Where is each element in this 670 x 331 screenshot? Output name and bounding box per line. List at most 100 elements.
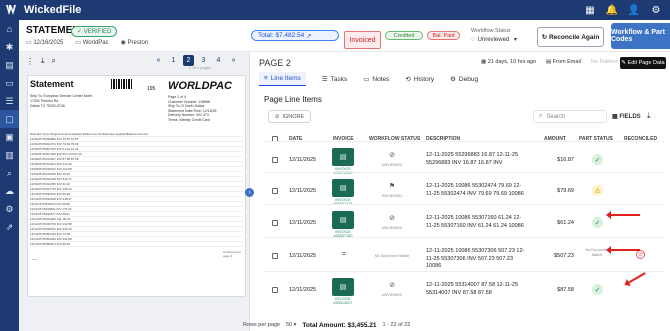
row-date: 12/11/2025 [289,220,317,226]
flag-icon[interactable]: ⚑ [386,182,398,190]
row-date: 12/11/2025 [289,157,317,163]
left-nav: ⌂ ✱ ▤ ▭ ☰ ▢ ▣ ▥ ⌕ ☁ ⚙ ⇗ [0,20,19,331]
not-reconciled-icon[interactable]: ⊘ [636,250,645,259]
row-description: 12-11-2025 10086 55307160 61.24 12-11-25… [426,215,524,229]
eye-slash-icon[interactable]: ⊘ [386,151,398,159]
network-icon[interactable]: ✱ [0,38,19,56]
row-checkbox[interactable] [272,253,278,259]
row-checkbox[interactable] [272,188,278,194]
eye-slash-icon[interactable]: ⊘ [386,281,398,289]
document-viewer: ⋮ ⤓ ⌕ « 1 2 3 4 » 2 of 4 pages Statement… [19,52,250,331]
edit-page-data-button[interactable]: ✎ Edit Page Data [620,57,666,69]
tab-tasks[interactable]: ☰ Tasks [322,72,347,86]
table-row[interactable]: 12/11/2025 ▤ INVOICE #55307160 ⊘ UNVIEWED 12-… [264,204,664,238]
credited-pill[interactable]: Credited [385,31,423,40]
top-bar: WickedFile ▦ 🔔 👤 ⚙ [0,0,670,20]
tab-line-items[interactable]: ≡ Line Items [259,72,306,86]
tab-history[interactable]: ⟲ History [405,72,434,86]
ignore-button[interactable]: ⊘ IGNORE [268,110,311,123]
workflow-status: REVIEWED [381,194,403,198]
pagination-range: 1 - 22 of 22 [382,322,411,328]
reconcile-again-button[interactable]: ↻ Reconcile Again [537,27,604,47]
row-amount: $16.87 [557,157,574,163]
page-4[interactable]: 4 [213,55,224,66]
check-circle-icon[interactable]: ✓ [592,217,603,228]
external-link-icon[interactable]: ⇗ [0,218,19,236]
dashboard-icon[interactable]: ▤ [0,56,19,74]
barcode [111,79,133,89]
invoice-label[interactable]: INVOICE #55314007 [328,297,358,305]
workflow-codes-button[interactable]: Workflow & Part Codes [611,23,670,49]
tab-notes[interactable]: ▭ Notes [363,72,389,86]
eye-slash-icon: ⊘ [274,113,280,120]
table-row[interactable]: 12/11/2025 ▤ INVOICE #55302474 ⚑ REVIEWED 12-… [264,172,664,206]
check-circle-icon[interactable]: ✓ [592,284,603,295]
last-page-icon[interactable]: » [228,55,239,66]
total-amount: Total Amount: $3,455.21 [302,322,377,329]
reports-icon[interactable]: ▣ [0,128,19,146]
admin-settings-icon[interactable]: ⚙ [0,200,19,218]
row-checkbox[interactable] [272,157,278,163]
workflow-status: UNVIEWED [381,293,403,297]
row-amount: $507.23 [554,253,574,259]
row-checkbox[interactable] [272,220,278,226]
workflow-status-label: Workflow Status [471,28,511,34]
tab-debug[interactable]: ⚙ Debug [450,72,478,86]
apps-icon[interactable]: ▦ [584,4,596,16]
page-1[interactable]: 1 [168,55,179,66]
table-row[interactable]: 12/11/2025 ⌗ No Document Match 12-11-2025 1… [264,237,664,271]
invoice-doc-icon[interactable]: ▤ [332,179,354,197]
row-description: 12-11-2025 10086 55302474 79.69 12-11-25… [426,183,524,197]
list-icon[interactable]: ☰ [0,92,19,110]
invoiced-pill[interactable]: Invoiced [344,31,381,49]
invoice-doc-icon[interactable]: ▤ [332,148,354,166]
download-table-icon[interactable]: ⤓ [647,111,651,121]
user-icon[interactable]: 👤 [628,4,640,16]
doc-location[interactable]: ◉ Preston [121,39,149,46]
cloud-upload-icon[interactable]: ☁ [0,182,19,200]
folders-icon[interactable]: ▥ [0,146,19,164]
balance-pill[interactable]: Bal. Paid [427,31,460,40]
workflow-status: UNVIEWED [381,226,403,230]
doc-footer: Continued on page 3 [223,250,241,258]
first-page-icon[interactable]: « [153,55,164,66]
inbox-icon[interactable]: ▭ [0,74,19,92]
workflow-status-select[interactable]: ◌ Unreviewed ▾ [471,36,517,44]
fields-button[interactable]: ▦ FIELDS [612,113,641,120]
download-icon[interactable]: ⤓ [41,56,45,66]
total-badge[interactable]: Total: $7,482.54 ↗ [251,30,339,41]
check-circle-icon[interactable]: ✓ [592,154,603,165]
row-date: 12/11/2025 [289,253,317,259]
invoice-doc-icon[interactable]: ▤ [332,278,354,296]
row-amount: $61.24 [557,220,574,226]
page-label: PAGE 2 [259,58,291,68]
doc-brand: WORLDPAC [168,80,232,92]
notification-bell-icon[interactable]: 🔔 [606,4,618,16]
home-icon[interactable]: ⌂ [0,20,19,38]
rows-per-page-select[interactable]: 50 ▾ [286,322,296,329]
invoice-doc-icon[interactable]: ▤ [332,211,354,229]
row-date: 12/11/2025 [289,188,317,194]
search-nav-icon[interactable]: ⌕ [0,164,19,182]
doc-vendor[interactable]: ▭ WorldPac [75,39,108,46]
workflow-status: No Document Match [374,254,410,258]
zoom-icon[interactable]: ⌕ [52,56,56,66]
eye-slash-icon[interactable]: ⊘ [386,214,398,222]
table-row[interactable]: 12/11/2025 ▤ INVOICE #55296883 ⊘ UNVIEWED 12-… [264,141,664,175]
age-label: ▦ 21 days, 10 hrs ago [481,59,537,65]
annotation-arrow [606,211,640,219]
settings-icon[interactable]: ⚙ [650,4,662,16]
warning-icon[interactable]: ⚠ [592,185,603,196]
search-input[interactable]: ⌕ Search [533,110,607,123]
search-icon: ⌕ [539,113,543,119]
document-header: STATEMENT ✓ VERIFIED ▭ 12/16/2025 ▭ Worl… [19,20,670,52]
documents-icon[interactable]: ▢ [0,110,19,128]
doc-info: Page 2 of 4 Customer Number: 195866 Ship… [168,95,217,122]
table-row[interactable]: 12/11/2025 ▤ INVOICE #55314007 ⊘ UNVIEWED 12-… [264,271,664,305]
logo[interactable]: WickedFile [6,4,81,16]
row-checkbox[interactable] [272,287,278,293]
row-date: 12/11/2025 [289,287,317,293]
annotation-arrow [606,246,640,254]
more-icon[interactable]: ⋮ [26,57,34,66]
doc-dash: ---- [32,256,38,261]
